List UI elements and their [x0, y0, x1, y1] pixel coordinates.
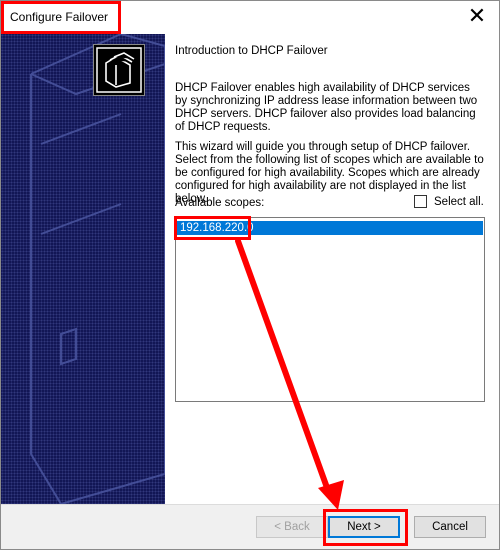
select-all-label[interactable]: Select all.: [434, 196, 484, 208]
page-heading: Introduction to DHCP Failover: [175, 45, 328, 57]
available-scopes-label: Available scopes:: [175, 197, 265, 209]
folder-stack-icon: [93, 44, 145, 96]
back-button[interactable]: < Back: [256, 516, 328, 538]
server-tower-graphic: [30, 34, 165, 504]
select-all-checkbox[interactable]: [414, 195, 427, 208]
cancel-button[interactable]: Cancel: [414, 516, 486, 538]
close-icon[interactable]: ✕: [455, 1, 499, 34]
wizard-content: Introduction to DHCP Failover DHCP Failo…: [93, 34, 499, 504]
configure-failover-dialog: Configure Failover ✕ Introduction to DHC…: [0, 0, 500, 550]
available-scopes-list[interactable]: 192.168.220.0: [175, 217, 485, 402]
scope-list-item[interactable]: 192.168.220.0: [177, 221, 483, 235]
footer-divider: [1, 504, 499, 505]
next-button[interactable]: Next >: [328, 516, 400, 538]
intro-paragraph-1: DHCP Failover enables high availability …: [175, 82, 478, 133]
select-all-control[interactable]: Select all.: [414, 195, 484, 208]
wizard-side-banner: [1, 34, 165, 504]
window-title: Configure Failover: [10, 10, 109, 24]
title-bar: Configure Failover ✕: [1, 1, 499, 34]
